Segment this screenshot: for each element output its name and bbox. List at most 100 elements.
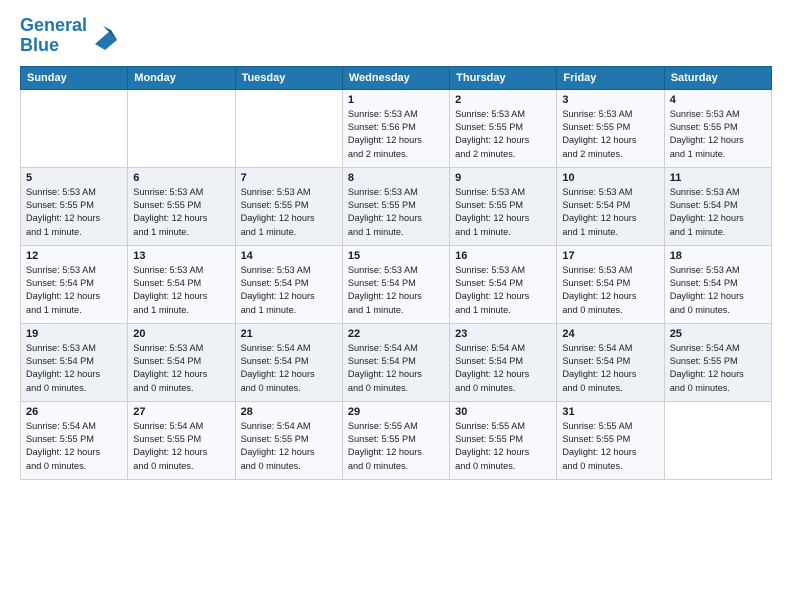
cell-info: Sunrise: 5:55 AM Sunset: 5:55 PM Dayligh… — [562, 420, 658, 473]
logo-text: General Blue — [20, 16, 87, 56]
calendar-cell: 29 Sunrise: 5:55 AM Sunset: 5:55 PM Dayli… — [342, 401, 449, 479]
col-header-monday: Monday — [128, 66, 235, 89]
calendar-cell: 2 Sunrise: 5:53 AM Sunset: 5:55 PM Daylig… — [450, 89, 557, 167]
calendar-cell: 13 Sunrise: 5:53 AM Sunset: 5:54 PM Dayli… — [128, 245, 235, 323]
day-number: 28 — [241, 406, 337, 418]
calendar-cell: 5 Sunrise: 5:53 AM Sunset: 5:55 PM Daylig… — [21, 167, 128, 245]
cell-info: Sunrise: 5:54 AM Sunset: 5:55 PM Dayligh… — [241, 420, 337, 473]
calendar-cell: 4Sunrise: 5:53 AM Sunset: 5:55 PM Daylig… — [664, 89, 771, 167]
week-row-4: 26 Sunrise: 5:54 AM Sunset: 5:55 PM Dayli… — [21, 401, 772, 479]
cell-info: Sunrise: 5:53 AM Sunset: 5:54 PM Dayligh… — [670, 186, 766, 239]
cell-info: Sunrise: 5:53 AM Sunset: 5:55 PM Dayligh… — [241, 186, 337, 239]
calendar-cell: 6 Sunrise: 5:53 AM Sunset: 5:55 PM Daylig… — [128, 167, 235, 245]
day-number: 31 — [562, 406, 658, 418]
cell-info: Sunrise: 5:53 AM Sunset: 5:54 PM Dayligh… — [348, 264, 444, 317]
day-number: 1 — [348, 94, 444, 106]
cell-info: Sunrise: 5:55 AM Sunset: 5:55 PM Dayligh… — [348, 420, 444, 473]
logo-icon — [89, 22, 117, 50]
day-number: 12 — [26, 250, 122, 262]
calendar-cell: 17 Sunrise: 5:53 AM Sunset: 5:54 PM Dayli… — [557, 245, 664, 323]
day-number: 13 — [133, 250, 229, 262]
calendar-cell: 30Sunrise: 5:55 AM Sunset: 5:55 PM Dayli… — [450, 401, 557, 479]
calendar-cell: 23Sunrise: 5:54 AM Sunset: 5:54 PM Dayli… — [450, 323, 557, 401]
cell-info: Sunrise: 5:53 AM Sunset: 5:54 PM Dayligh… — [562, 264, 658, 317]
cell-info: Sunrise: 5:54 AM Sunset: 5:54 PM Dayligh… — [348, 342, 444, 395]
calendar-cell: 7 Sunrise: 5:53 AM Sunset: 5:55 PM Daylig… — [235, 167, 342, 245]
calendar-cell: 27 Sunrise: 5:54 AM Sunset: 5:55 PM Dayli… — [128, 401, 235, 479]
day-number: 21 — [241, 328, 337, 340]
cell-info: Sunrise: 5:53 AM Sunset: 5:55 PM Dayligh… — [348, 186, 444, 239]
calendar-cell — [21, 89, 128, 167]
calendar-cell: 24 Sunrise: 5:54 AM Sunset: 5:54 PM Dayli… — [557, 323, 664, 401]
week-row-0: 1 Sunrise: 5:53 AM Sunset: 5:56 PM Daylig… — [21, 89, 772, 167]
day-number: 24 — [562, 328, 658, 340]
calendar-cell: 14Sunrise: 5:53 AM Sunset: 5:54 PM Dayli… — [235, 245, 342, 323]
calendar-cell: 3 Sunrise: 5:53 AM Sunset: 5:55 PM Daylig… — [557, 89, 664, 167]
calendar-cell: 26 Sunrise: 5:54 AM Sunset: 5:55 PM Dayli… — [21, 401, 128, 479]
day-number: 2 — [455, 94, 551, 106]
logo: General Blue — [20, 16, 117, 56]
calendar-cell — [128, 89, 235, 167]
cell-info: Sunrise: 5:53 AM Sunset: 5:54 PM Dayligh… — [26, 264, 122, 317]
day-number: 17 — [562, 250, 658, 262]
page: General Blue SundayMondayTuesdayWednesda… — [0, 0, 792, 612]
cell-info: Sunrise: 5:54 AM Sunset: 5:54 PM Dayligh… — [562, 342, 658, 395]
calendar-cell: 21 Sunrise: 5:54 AM Sunset: 5:54 PM Dayli… — [235, 323, 342, 401]
calendar-cell: 15 Sunrise: 5:53 AM Sunset: 5:54 PM Dayli… — [342, 245, 449, 323]
cell-info: Sunrise: 5:53 AM Sunset: 5:55 PM Dayligh… — [133, 186, 229, 239]
week-row-2: 12 Sunrise: 5:53 AM Sunset: 5:54 PM Dayli… — [21, 245, 772, 323]
cell-info: Sunrise: 5:53 AM Sunset: 5:56 PM Dayligh… — [348, 108, 444, 161]
calendar-cell: 20 Sunrise: 5:53 AM Sunset: 5:54 PM Dayli… — [128, 323, 235, 401]
calendar-cell: 25Sunrise: 5:54 AM Sunset: 5:55 PM Dayli… — [664, 323, 771, 401]
day-number: 30 — [455, 406, 551, 418]
day-number: 15 — [348, 250, 444, 262]
day-number: 19 — [26, 328, 122, 340]
cell-info: Sunrise: 5:54 AM Sunset: 5:55 PM Dayligh… — [26, 420, 122, 473]
cell-info: Sunrise: 5:53 AM Sunset: 5:55 PM Dayligh… — [26, 186, 122, 239]
day-number: 16 — [455, 250, 551, 262]
calendar-cell: 28 Sunrise: 5:54 AM Sunset: 5:55 PM Dayli… — [235, 401, 342, 479]
day-number: 26 — [26, 406, 122, 418]
day-number: 27 — [133, 406, 229, 418]
day-number: 23 — [455, 328, 551, 340]
day-number: 20 — [133, 328, 229, 340]
week-row-1: 5 Sunrise: 5:53 AM Sunset: 5:55 PM Daylig… — [21, 167, 772, 245]
calendar-cell: 11 Sunrise: 5:53 AM Sunset: 5:54 PM Dayli… — [664, 167, 771, 245]
calendar-cell: 22 Sunrise: 5:54 AM Sunset: 5:54 PM Dayli… — [342, 323, 449, 401]
calendar-cell: 16 Sunrise: 5:53 AM Sunset: 5:54 PM Dayli… — [450, 245, 557, 323]
calendar-table: SundayMondayTuesdayWednesdayThursdayFrid… — [20, 66, 772, 480]
col-header-saturday: Saturday — [664, 66, 771, 89]
col-header-tuesday: Tuesday — [235, 66, 342, 89]
calendar-cell: 31 Sunrise: 5:55 AM Sunset: 5:55 PM Dayli… — [557, 401, 664, 479]
day-number: 3 — [562, 94, 658, 106]
day-number: 4 — [670, 94, 766, 106]
calendar-cell — [664, 401, 771, 479]
day-number: 25 — [670, 328, 766, 340]
day-number: 18 — [670, 250, 766, 262]
day-number: 11 — [670, 172, 766, 184]
cell-info: Sunrise: 5:53 AM Sunset: 5:54 PM Dayligh… — [26, 342, 122, 395]
cell-info: Sunrise: 5:54 AM Sunset: 5:55 PM Dayligh… — [133, 420, 229, 473]
col-header-thursday: Thursday — [450, 66, 557, 89]
day-number: 5 — [26, 172, 122, 184]
day-number: 8 — [348, 172, 444, 184]
calendar-cell — [235, 89, 342, 167]
cell-info: Sunrise: 5:53 AM Sunset: 5:54 PM Dayligh… — [133, 342, 229, 395]
cell-info: Sunrise: 5:53 AM Sunset: 5:54 PM Dayligh… — [670, 264, 766, 317]
day-number: 7 — [241, 172, 337, 184]
cell-info: Sunrise: 5:53 AM Sunset: 5:54 PM Dayligh… — [133, 264, 229, 317]
day-number: 6 — [133, 172, 229, 184]
cell-info: Sunrise: 5:53 AM Sunset: 5:55 PM Dayligh… — [562, 108, 658, 161]
calendar-cell: 19 Sunrise: 5:53 AM Sunset: 5:54 PM Dayli… — [21, 323, 128, 401]
col-header-friday: Friday — [557, 66, 664, 89]
cell-info: Sunrise: 5:54 AM Sunset: 5:54 PM Dayligh… — [241, 342, 337, 395]
day-number: 29 — [348, 406, 444, 418]
cell-info: Sunrise: 5:53 AM Sunset: 5:54 PM Dayligh… — [241, 264, 337, 317]
cell-info: Sunrise: 5:53 AM Sunset: 5:55 PM Dayligh… — [455, 108, 551, 161]
calendar-cell: 8 Sunrise: 5:53 AM Sunset: 5:55 PM Daylig… — [342, 167, 449, 245]
day-number: 22 — [348, 328, 444, 340]
calendar-header-row: SundayMondayTuesdayWednesdayThursdayFrid… — [21, 66, 772, 89]
day-number: 9 — [455, 172, 551, 184]
cell-info: Sunrise: 5:53 AM Sunset: 5:54 PM Dayligh… — [455, 264, 551, 317]
cell-info: Sunrise: 5:53 AM Sunset: 5:55 PM Dayligh… — [455, 186, 551, 239]
